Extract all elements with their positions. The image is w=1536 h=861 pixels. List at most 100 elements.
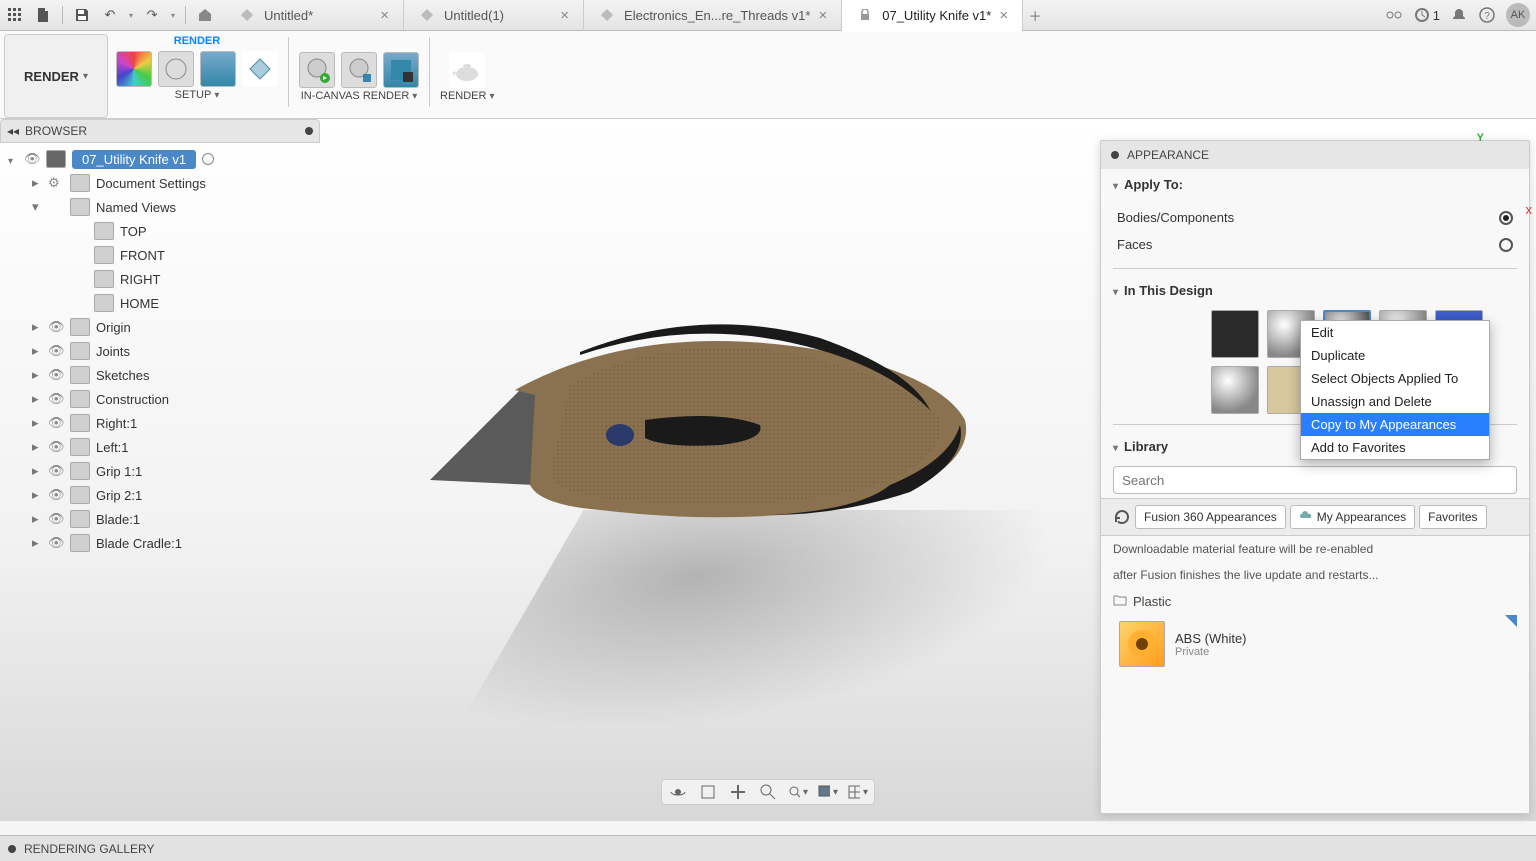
expand-icon[interactable]: ▸	[32, 367, 42, 383]
tree-row[interactable]: RIGHT	[2, 267, 318, 291]
doc-tab[interactable]: Untitled* ×	[224, 0, 404, 31]
collapse-icon[interactable]	[1113, 177, 1118, 192]
visibility-icon[interactable]: 👁	[48, 511, 64, 527]
context-menu-item[interactable]: Select Objects Applied To	[1301, 367, 1489, 390]
display-settings-icon[interactable]	[818, 782, 838, 802]
close-icon[interactable]: ×	[818, 7, 827, 24]
expand-icon[interactable]: ▸	[32, 343, 42, 359]
orbit-icon[interactable]	[668, 782, 688, 802]
setup-group-label[interactable]: SETUP	[175, 89, 220, 101]
look-at-icon[interactable]	[698, 782, 718, 802]
visibility-icon[interactable]: 👁	[48, 487, 64, 503]
texture-map-icon[interactable]	[242, 51, 278, 87]
app-grid-icon[interactable]	[6, 6, 24, 24]
material-swatch[interactable]	[1211, 366, 1259, 414]
visibility-icon[interactable]: 👁	[48, 439, 64, 455]
tree-row[interactable]: ▸⚙Document Settings	[2, 171, 318, 195]
visibility-icon[interactable]: 👁	[48, 367, 64, 383]
appearance-icon[interactable]	[116, 51, 152, 87]
tree-row[interactable]: ▾Named Views	[2, 195, 318, 219]
collapse-icon[interactable]	[1113, 439, 1118, 454]
tree-row[interactable]: ▸👁Grip 1:1	[2, 459, 318, 483]
radio-checked-icon[interactable]	[1499, 211, 1513, 225]
expand-icon[interactable]: ▸	[32, 487, 42, 503]
bodies-radio-row[interactable]: Bodies/Components	[1115, 204, 1515, 231]
decal-icon[interactable]	[200, 51, 236, 87]
browser-options-icon[interactable]	[305, 127, 313, 135]
rendering-gallery-bar[interactable]: RENDERING GALLERY	[0, 835, 1536, 861]
tree-row[interactable]: ▸👁Joints	[2, 339, 318, 363]
visibility-icon[interactable]: 👁	[48, 391, 64, 407]
render-group-label[interactable]: RENDER	[440, 90, 494, 102]
undo-icon[interactable]: ↶	[101, 6, 119, 24]
pan-icon[interactable]	[728, 782, 748, 802]
context-menu-item[interactable]: Edit	[1301, 321, 1489, 344]
capture-image-icon[interactable]	[383, 52, 419, 88]
visibility-icon[interactable]: 👁	[48, 415, 64, 431]
expand-icon[interactable]: ▸	[32, 511, 42, 527]
tree-row[interactable]: ▸👁Blade Cradle:1	[2, 531, 318, 555]
expand-icon[interactable]: ▸	[32, 175, 42, 191]
visibility-icon[interactable]: 👁	[48, 319, 64, 335]
save-icon[interactable]	[73, 6, 91, 24]
doc-tab-active[interactable]: 07_Utility Knife v1* ×	[842, 0, 1023, 32]
library-item[interactable]: ABS (White) Private	[1101, 615, 1529, 673]
workspace-switcher[interactable]: RENDER ▾	[4, 34, 108, 118]
doc-tab[interactable]: Untitled(1) ×	[404, 0, 584, 31]
close-x[interactable]: x	[1526, 202, 1533, 217]
expand-icon[interactable]: ▸	[32, 319, 42, 335]
tree-row[interactable]: ▸👁Sketches	[2, 363, 318, 387]
visibility-icon[interactable]: 👁	[48, 343, 64, 359]
ribbon-tab-render[interactable]: RENDER	[174, 35, 220, 47]
context-menu-item[interactable]: Copy to My Appearances	[1301, 413, 1489, 436]
context-menu-item[interactable]: Duplicate	[1301, 344, 1489, 367]
in-canvas-settings-icon[interactable]	[341, 52, 377, 88]
faces-radio-row[interactable]: Faces	[1115, 231, 1515, 258]
scene-settings-icon[interactable]	[158, 51, 194, 87]
expand-icon[interactable]: ▸	[32, 535, 42, 551]
tab-favorites[interactable]: Favorites	[1419, 505, 1486, 529]
refresh-icon[interactable]	[1113, 508, 1131, 526]
help-icon[interactable]: ?	[1478, 6, 1496, 24]
visibility-icon[interactable]: 👁	[48, 535, 64, 551]
radio-icon[interactable]	[1499, 238, 1513, 252]
tree-row[interactable]: HOME	[2, 291, 318, 315]
tree-row[interactable]: ▸👁Right:1	[2, 411, 318, 435]
close-icon[interactable]: ×	[999, 7, 1008, 24]
expand-icon[interactable]: ▸	[32, 391, 42, 407]
tree-row[interactable]: TOP	[2, 219, 318, 243]
browser-header[interactable]: ◂◂ BROWSER	[0, 119, 320, 143]
tree-row[interactable]: ▸👁Left:1	[2, 435, 318, 459]
context-menu-item[interactable]: Add to Favorites	[1301, 436, 1489, 459]
tree-row[interactable]: ▸👁Construction	[2, 387, 318, 411]
tab-my-appearances[interactable]: My Appearances	[1290, 505, 1415, 529]
tree-row[interactable]: ▸👁Grip 2:1	[2, 483, 318, 507]
visibility-icon[interactable]: 👁	[24, 151, 40, 167]
activate-radio-icon[interactable]	[202, 153, 214, 165]
in-this-design-header[interactable]: In This Design	[1101, 275, 1529, 306]
tree-row[interactable]: ▸👁Origin	[2, 315, 318, 339]
panel-options-icon[interactable]	[1111, 151, 1119, 159]
gear-icon[interactable]: ⚙	[48, 175, 64, 191]
tree-root[interactable]: 👁 07_Utility Knife v1	[2, 147, 318, 171]
expand-icon[interactable]: ▸	[32, 439, 42, 455]
collapse-icon[interactable]	[1113, 283, 1118, 298]
visibility-icon[interactable]: 👁	[48, 463, 64, 479]
material-swatch[interactable]	[1211, 310, 1259, 358]
search-input[interactable]	[1113, 466, 1517, 494]
home-icon[interactable]	[196, 6, 214, 24]
job-status-icon[interactable]	[1413, 6, 1431, 24]
close-icon[interactable]: ×	[560, 7, 569, 24]
close-icon[interactable]: ×	[380, 7, 389, 24]
grid-settings-icon[interactable]	[848, 782, 868, 802]
zoom-dropdown-icon[interactable]	[788, 782, 808, 802]
expand-icon[interactable]: ▸	[32, 463, 42, 479]
apply-to-header[interactable]: Apply To:	[1101, 169, 1529, 200]
extensions-icon[interactable]	[1385, 6, 1403, 24]
expand-icon[interactable]: ▾	[32, 199, 42, 215]
collapse-icon[interactable]: ◂◂	[7, 124, 19, 138]
tree-row[interactable]: ▸👁Blade:1	[2, 507, 318, 531]
in-canvas-render-icon[interactable]	[299, 52, 335, 88]
expand-icon[interactable]	[8, 152, 18, 167]
file-icon[interactable]	[34, 6, 52, 24]
